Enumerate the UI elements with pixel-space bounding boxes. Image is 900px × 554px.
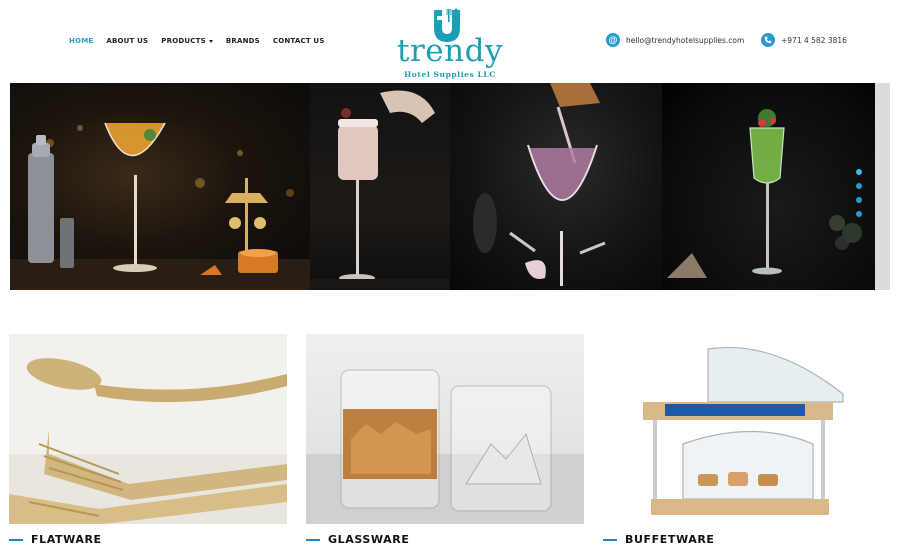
label-accent-bar [306, 538, 320, 541]
contact-phone[interactable]: +971 4 582 3816 [761, 33, 847, 47]
site-header: HOME ABOUT US PRODUCTS BRANDS CONTACT US… [0, 0, 900, 83]
category-card-glassware[interactable]: GLASSWARE [306, 334, 584, 554]
hero-panel-pink-cocktail [310, 83, 450, 290]
slider-dot-3[interactable] [856, 197, 862, 203]
glassware-image [306, 334, 584, 524]
nav-home[interactable]: HOME [69, 37, 93, 45]
main-nav: HOME ABOUT US PRODUCTS BRANDS CONTACT US [69, 37, 325, 45]
logo-wordmark: trendy [397, 33, 503, 69]
hero-panel-cocktail-bar [10, 83, 310, 290]
category-card-flatware[interactable]: FLATWARE [9, 334, 287, 554]
slider-dot-4[interactable] [856, 211, 862, 217]
label-accent-bar [9, 538, 23, 541]
chevron-down-icon [208, 39, 213, 43]
category-label: GLASSWARE [306, 533, 409, 546]
nav-about-us[interactable]: ABOUT US [106, 37, 148, 45]
category-title: FLATWARE [31, 533, 102, 546]
slider-dots [856, 169, 862, 217]
category-grid: FLATWARE GLASSWARE BUFFETWARE [0, 334, 900, 554]
hero-panel-purple-cocktail [450, 83, 662, 290]
hero-slider[interactable] [10, 83, 890, 290]
label-accent-bar [603, 538, 617, 541]
nav-products[interactable]: PRODUCTS [161, 37, 213, 45]
site-logo[interactable]: trendy Hotel Supplies LLC [392, 4, 508, 80]
contact-email[interactable]: @ hello@trendyhotelsupplies.com [606, 33, 744, 47]
slider-dot-1[interactable] [856, 169, 862, 175]
contact-email-text: hello@trendyhotelsupplies.com [626, 35, 745, 45]
nav-contact-us[interactable]: CONTACT US [273, 37, 325, 45]
category-label: BUFFETWARE [603, 533, 715, 546]
buffetware-image [603, 334, 881, 524]
category-card-buffetware[interactable]: BUFFETWARE [603, 334, 881, 554]
category-title: BUFFETWARE [625, 533, 715, 546]
nav-products-label: PRODUCTS [161, 37, 206, 45]
phone-icon [761, 33, 775, 47]
category-label: FLATWARE [9, 533, 102, 546]
at-icon: @ [606, 33, 620, 47]
nav-brands[interactable]: BRANDS [226, 37, 260, 45]
slider-dot-2[interactable] [856, 183, 862, 189]
flatware-image [9, 334, 287, 524]
contact-phone-text: +971 4 582 3816 [781, 35, 847, 45]
logo-tagline: Hotel Supplies LLC [404, 70, 496, 79]
category-title: GLASSWARE [328, 533, 410, 546]
